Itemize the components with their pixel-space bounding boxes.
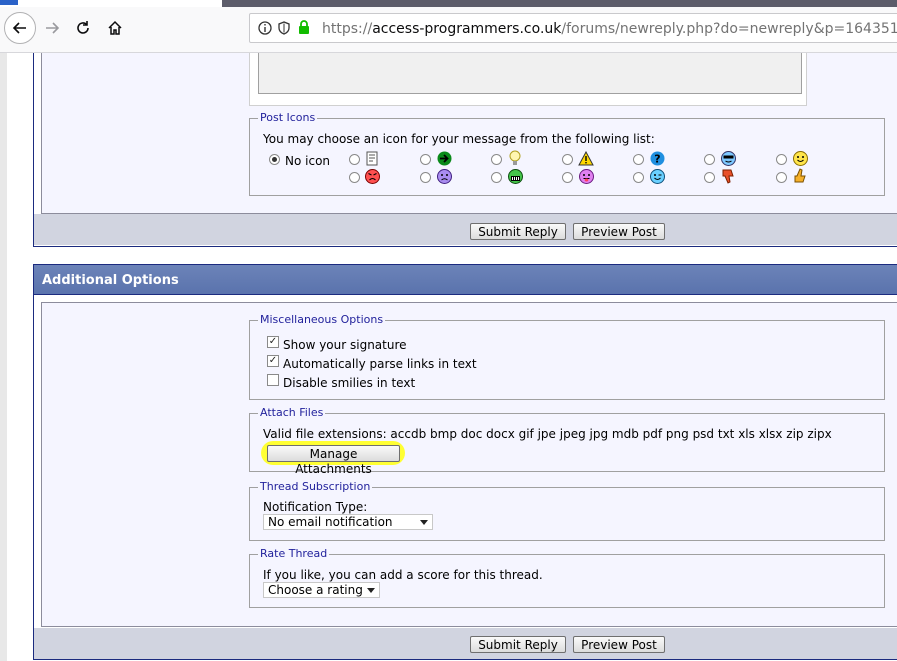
url-bar[interactable]: https://access-programmers.co.uk/forums/… [249,13,897,43]
reply-panel-footer [34,214,897,245]
radio-icon-question[interactable] [633,154,644,165]
post-icons-legend: Post Icons [258,111,318,125]
show-signature-label: Show your signature [283,338,407,352]
document-icon [364,150,380,166]
thumbs-down-icon [720,168,736,184]
url-text[interactable]: https://access-programmers.co.uk/forums/… [322,21,897,37]
radio-icon-tongue[interactable] [562,172,573,183]
radio-icon-smile[interactable] [776,154,787,165]
wink-icon [649,168,665,184]
reload-icon [77,21,89,34]
url-scheme: https:// [322,21,373,37]
radio-icon-frown[interactable] [420,172,431,183]
rating-select[interactable]: Choose a rating [263,582,380,598]
smile-icon [792,150,808,166]
radio-icon-cool[interactable] [704,154,715,165]
url-domain: access-programmers.co.uk [372,21,562,37]
rating-value: Choose a rating [268,583,363,597]
tracking-shield-icon[interactable] [278,21,290,35]
lock-icon[interactable] [298,20,310,35]
tab-strip [0,0,222,7]
parse-links-checkbox[interactable]: ✓ [267,355,279,367]
forward-button[interactable] [36,12,68,44]
misc-options-legend: Miscellaneous Options [258,313,386,327]
submit-reply-button-bottom[interactable]: Submit Reply [470,636,566,653]
manage-attachments-button[interactable]: Manage Attachments [267,445,400,476]
home-icon [108,20,122,35]
radio-icon-lightbulb[interactable] [491,154,502,165]
tab-strip-dark [222,0,897,7]
thumbs-up-icon [792,168,808,184]
cool-smiley-icon [720,150,736,166]
back-button[interactable] [4,12,36,44]
radio-icon-grin[interactable] [491,172,502,183]
disable-smilies-checkbox[interactable] [267,374,279,386]
preview-post-button[interactable]: Preview Post [573,223,665,240]
question-icon: ? [649,150,665,166]
forward-arrow-icon [46,22,60,34]
message-editor-textarea[interactable] [258,53,802,94]
reload-button[interactable] [67,12,99,44]
attach-files-legend: Attach Files [258,406,326,420]
tab-accent [0,0,18,5]
radio-icon-arrow[interactable] [420,154,431,165]
parse-links-label: Automatically parse links in text [283,357,477,371]
chevron-down-icon [420,520,428,525]
radio-icon-thumbs-up[interactable] [776,172,787,183]
rate-thread-label: If you like, you can add a score for thi… [263,568,543,582]
back-arrow-icon [12,22,26,34]
url-path: /forums/newreply.php?do=newreply&p=16435… [561,21,897,37]
lightbulb-icon [507,150,523,166]
valid-extensions-text: Valid file extensions: accdb bmp doc doc… [263,427,832,441]
svg-text:?: ? [654,152,660,165]
browser-toolbar: https://access-programmers.co.uk/forums/… [0,0,897,53]
notification-type-value: No email notification [268,515,393,529]
preview-post-button-bottom[interactable]: Preview Post [573,636,665,653]
additional-options-footer [34,628,897,659]
arrow-right-icon [436,150,452,166]
no-icon-label: No icon [285,154,331,168]
chevron-down-icon [367,588,375,593]
notification-type-label: Notification Type: [263,500,368,514]
radio-no-icon[interactable] [269,154,280,165]
warning-icon [578,150,594,166]
radio-icon-thumbs-down[interactable] [704,172,715,183]
submit-reply-button[interactable]: Submit Reply [470,223,566,240]
info-icon[interactable] [258,21,272,35]
notification-type-select[interactable]: No email notification [263,514,433,530]
frown-icon [436,168,452,184]
rate-thread-legend: Rate Thread [258,547,330,561]
home-button[interactable] [99,12,131,44]
show-signature-checkbox[interactable]: ✓ [267,336,279,348]
additional-options-header: Additional Options [33,264,897,295]
radio-icon-angry[interactable] [349,172,360,183]
disable-smilies-label: Disable smilies in text [283,376,416,390]
left-gutter [0,53,7,661]
radio-icon-document[interactable] [349,154,360,165]
post-icons-intro: You may choose an icon for your message … [263,132,655,146]
radio-icon-warning[interactable] [562,154,573,165]
additional-options-title: Additional Options [42,273,179,288]
angry-icon [364,168,380,184]
thread-subscription-legend: Thread Subscription [258,480,373,494]
radio-icon-wink[interactable] [633,172,644,183]
tongue-icon [578,168,594,184]
grin-icon [507,168,523,184]
